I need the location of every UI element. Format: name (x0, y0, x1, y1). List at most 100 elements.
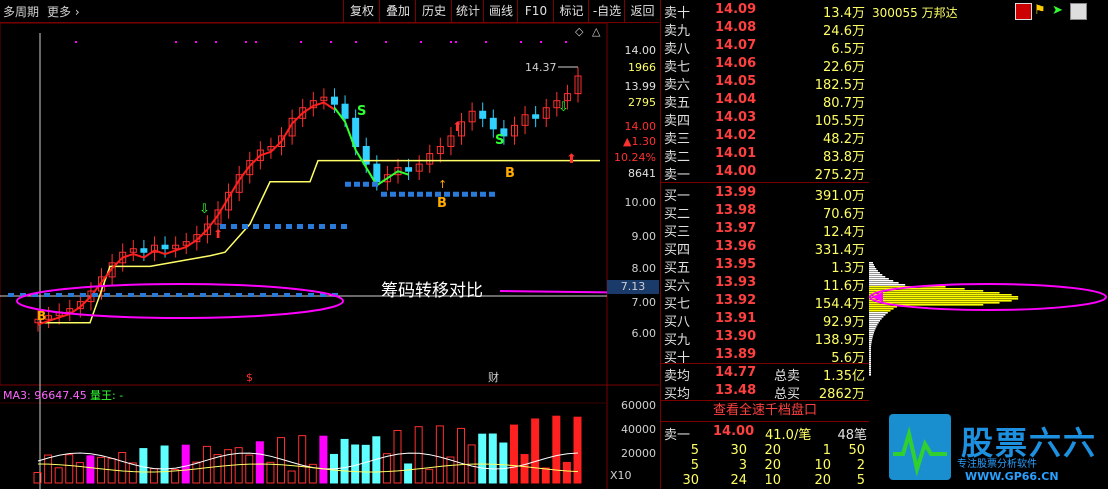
event-dot (245, 41, 247, 43)
more-label: 更多 (47, 5, 72, 19)
sell-row[interactable]: 卖四 14.03 105.5万 (661, 109, 869, 129)
restore-rights-button[interactable]: 复权 (343, 0, 380, 22)
period-selector[interactable]: 多周期 (3, 3, 39, 20)
draw-line-button[interactable]: 画线 (483, 0, 518, 22)
buy-summary-row: 买均 13.48 总买 2862万 (661, 382, 869, 402)
candle (415, 155, 423, 180)
svg-text:⬆: ⬆ (566, 152, 577, 167)
buy-row[interactable]: 买二 13.98 70.6万 (661, 202, 869, 222)
mark-button[interactable]: 标记 (553, 0, 589, 22)
f10-button[interactable]: F10 (517, 0, 554, 22)
candlesticks (34, 67, 582, 332)
buy-row[interactable]: 买五 13.95 1.3万 (661, 256, 869, 276)
queue-order-size: 24 (730, 473, 747, 488)
event-dot (420, 41, 422, 43)
buy-row[interactable]: 买六 13.93 11.6万 (661, 274, 869, 294)
event-dot (520, 41, 522, 43)
chip-transfer-annotation: 筹码转移对比 (381, 281, 483, 301)
sell-row[interactable]: 卖八 14.07 6.5万 (661, 37, 869, 57)
queue-order-size: 5 (856, 473, 865, 488)
buy-row[interactable]: 买八 13.91 92.9万 (661, 310, 869, 330)
queue-order-size: 20 (814, 473, 831, 488)
order-book-panel: 卖十 14.09 13.4万 卖九 14.08 24.6万 卖八 14.07 6.5… (660, 0, 869, 489)
sell-row[interactable]: 卖三 14.02 48.2万 (661, 127, 869, 147)
queue-order-size: 50 (848, 443, 865, 458)
queue-order-size: 2 (856, 458, 865, 473)
buy-row[interactable]: 买九 13.90 138.9万 (661, 328, 869, 348)
buy-signal-marker-3: B (37, 309, 46, 323)
volume-ma-label: MA3: 96647.45 (3, 389, 87, 402)
buy-row[interactable]: 买七 13.92 154.4万 (661, 292, 869, 312)
arrow-up-icon-3: ⬆ (213, 227, 223, 241)
svg-text:⇩: ⇩ (199, 202, 210, 217)
sell-row[interactable]: 卖七 14.06 22.6万 (661, 55, 869, 75)
history-button[interactable]: 历史 (415, 0, 452, 22)
candle (172, 236, 180, 258)
event-dot (355, 41, 357, 43)
buy-signal-marker: B (437, 196, 447, 211)
diamond-icon[interactable]: ◇ (575, 25, 584, 38)
overlay-button[interactable]: 叠加 (379, 0, 416, 22)
buy-level-price: 13.89 (715, 347, 757, 362)
sell-level-price: 14.06 (715, 56, 757, 71)
chip-distribution-panel: 300055 万邦达 ⚑ ➤ 股票六六 专注股票分析软件 WWW.GP66.CN (869, 0, 1108, 489)
buy-level-price: 13.95 (715, 257, 757, 272)
event-dot (300, 41, 302, 43)
buy-level-price: 13.93 (715, 275, 757, 290)
sell-row[interactable]: 卖一 14.00 275.2万 (661, 163, 869, 183)
sell-row[interactable]: 卖十 14.09 13.4万 (661, 1, 869, 21)
event-dot (565, 41, 567, 43)
price-pane-frame (0, 23, 608, 386)
volume-bars (33, 415, 582, 484)
sell-row[interactable]: 卖五 14.04 80.7万 (661, 91, 869, 111)
event-dot (175, 41, 177, 43)
candle (320, 88, 328, 110)
sell-row[interactable]: 卖六 14.05 182.5万 (661, 73, 869, 93)
sell-vol-unit: 万 (851, 168, 865, 183)
sell-level-price: 14.00 (715, 164, 757, 179)
candle (479, 102, 487, 128)
triangle-up-icon[interactable]: △ (592, 25, 601, 38)
candle (55, 303, 63, 325)
more-menu[interactable]: 更多 › (47, 3, 80, 20)
sell-row[interactable]: 卖九 14.08 24.6万 (661, 19, 869, 39)
event-dot (195, 41, 197, 43)
buy-level-price: 13.92 (715, 293, 757, 308)
svg-text:↑: ↑ (438, 178, 447, 191)
sell-level-price: 14.05 (715, 74, 757, 89)
sell-row[interactable]: 卖二 14.01 83.8万 (661, 145, 869, 165)
vol-tick-60000: 60000 (621, 399, 656, 412)
view-all-depth-button[interactable]: 查看全速千档盘口 (661, 401, 869, 421)
buy-row[interactable]: 买十 13.89 5.6万 (661, 346, 869, 366)
buy-row[interactable]: 买四 13.96 331.4万 (661, 238, 869, 258)
axis-tick-7: 7.00 (631, 296, 657, 309)
view-all-divider-bottom (661, 421, 869, 422)
candle (510, 116, 518, 145)
queue-order-size: 3 (738, 458, 747, 473)
buy-level-price: 13.97 (715, 221, 757, 236)
sell-level-price: 14.04 (715, 92, 757, 107)
buy-avg-value: 13.48 (715, 383, 757, 398)
first-sell-count: 48笔 (837, 428, 867, 443)
arrow-up-icon-2: ⬆ (566, 152, 577, 167)
first-sell-detail-row: 卖一 14.00 41.0/笔 48笔 (661, 423, 869, 443)
buy-row[interactable]: 买一 13.99 391.0万 (661, 184, 869, 204)
stats-button[interactable]: 统计 (451, 0, 484, 22)
sell-signal-marker: S (357, 104, 366, 119)
axis-tick-10: 10.00 (624, 196, 657, 209)
candle (129, 239, 137, 262)
candle (150, 236, 158, 262)
axis-tick-6: 6.00 (631, 327, 657, 340)
candle (426, 144, 434, 173)
buy-row[interactable]: 买三 13.97 12.4万 (661, 220, 869, 240)
svg-text:⬆: ⬆ (213, 227, 223, 241)
kline-chart[interactable]: 14.37 S S B B B ⇩ ⇩ ⬆ ⬆ ⬆ ↑ $ 财 ◇ △ MA3:… (0, 23, 659, 489)
chevron-right-icon: › (71, 5, 80, 19)
candle (66, 299, 74, 321)
candle (521, 105, 529, 135)
right-axis-ticks: 10.00 9.00 8.00 7.00 6.00 (610, 0, 658, 360)
candle (532, 105, 540, 128)
watermark-logo (889, 414, 951, 480)
candle (436, 137, 444, 163)
buy-level-price: 13.91 (715, 311, 757, 326)
